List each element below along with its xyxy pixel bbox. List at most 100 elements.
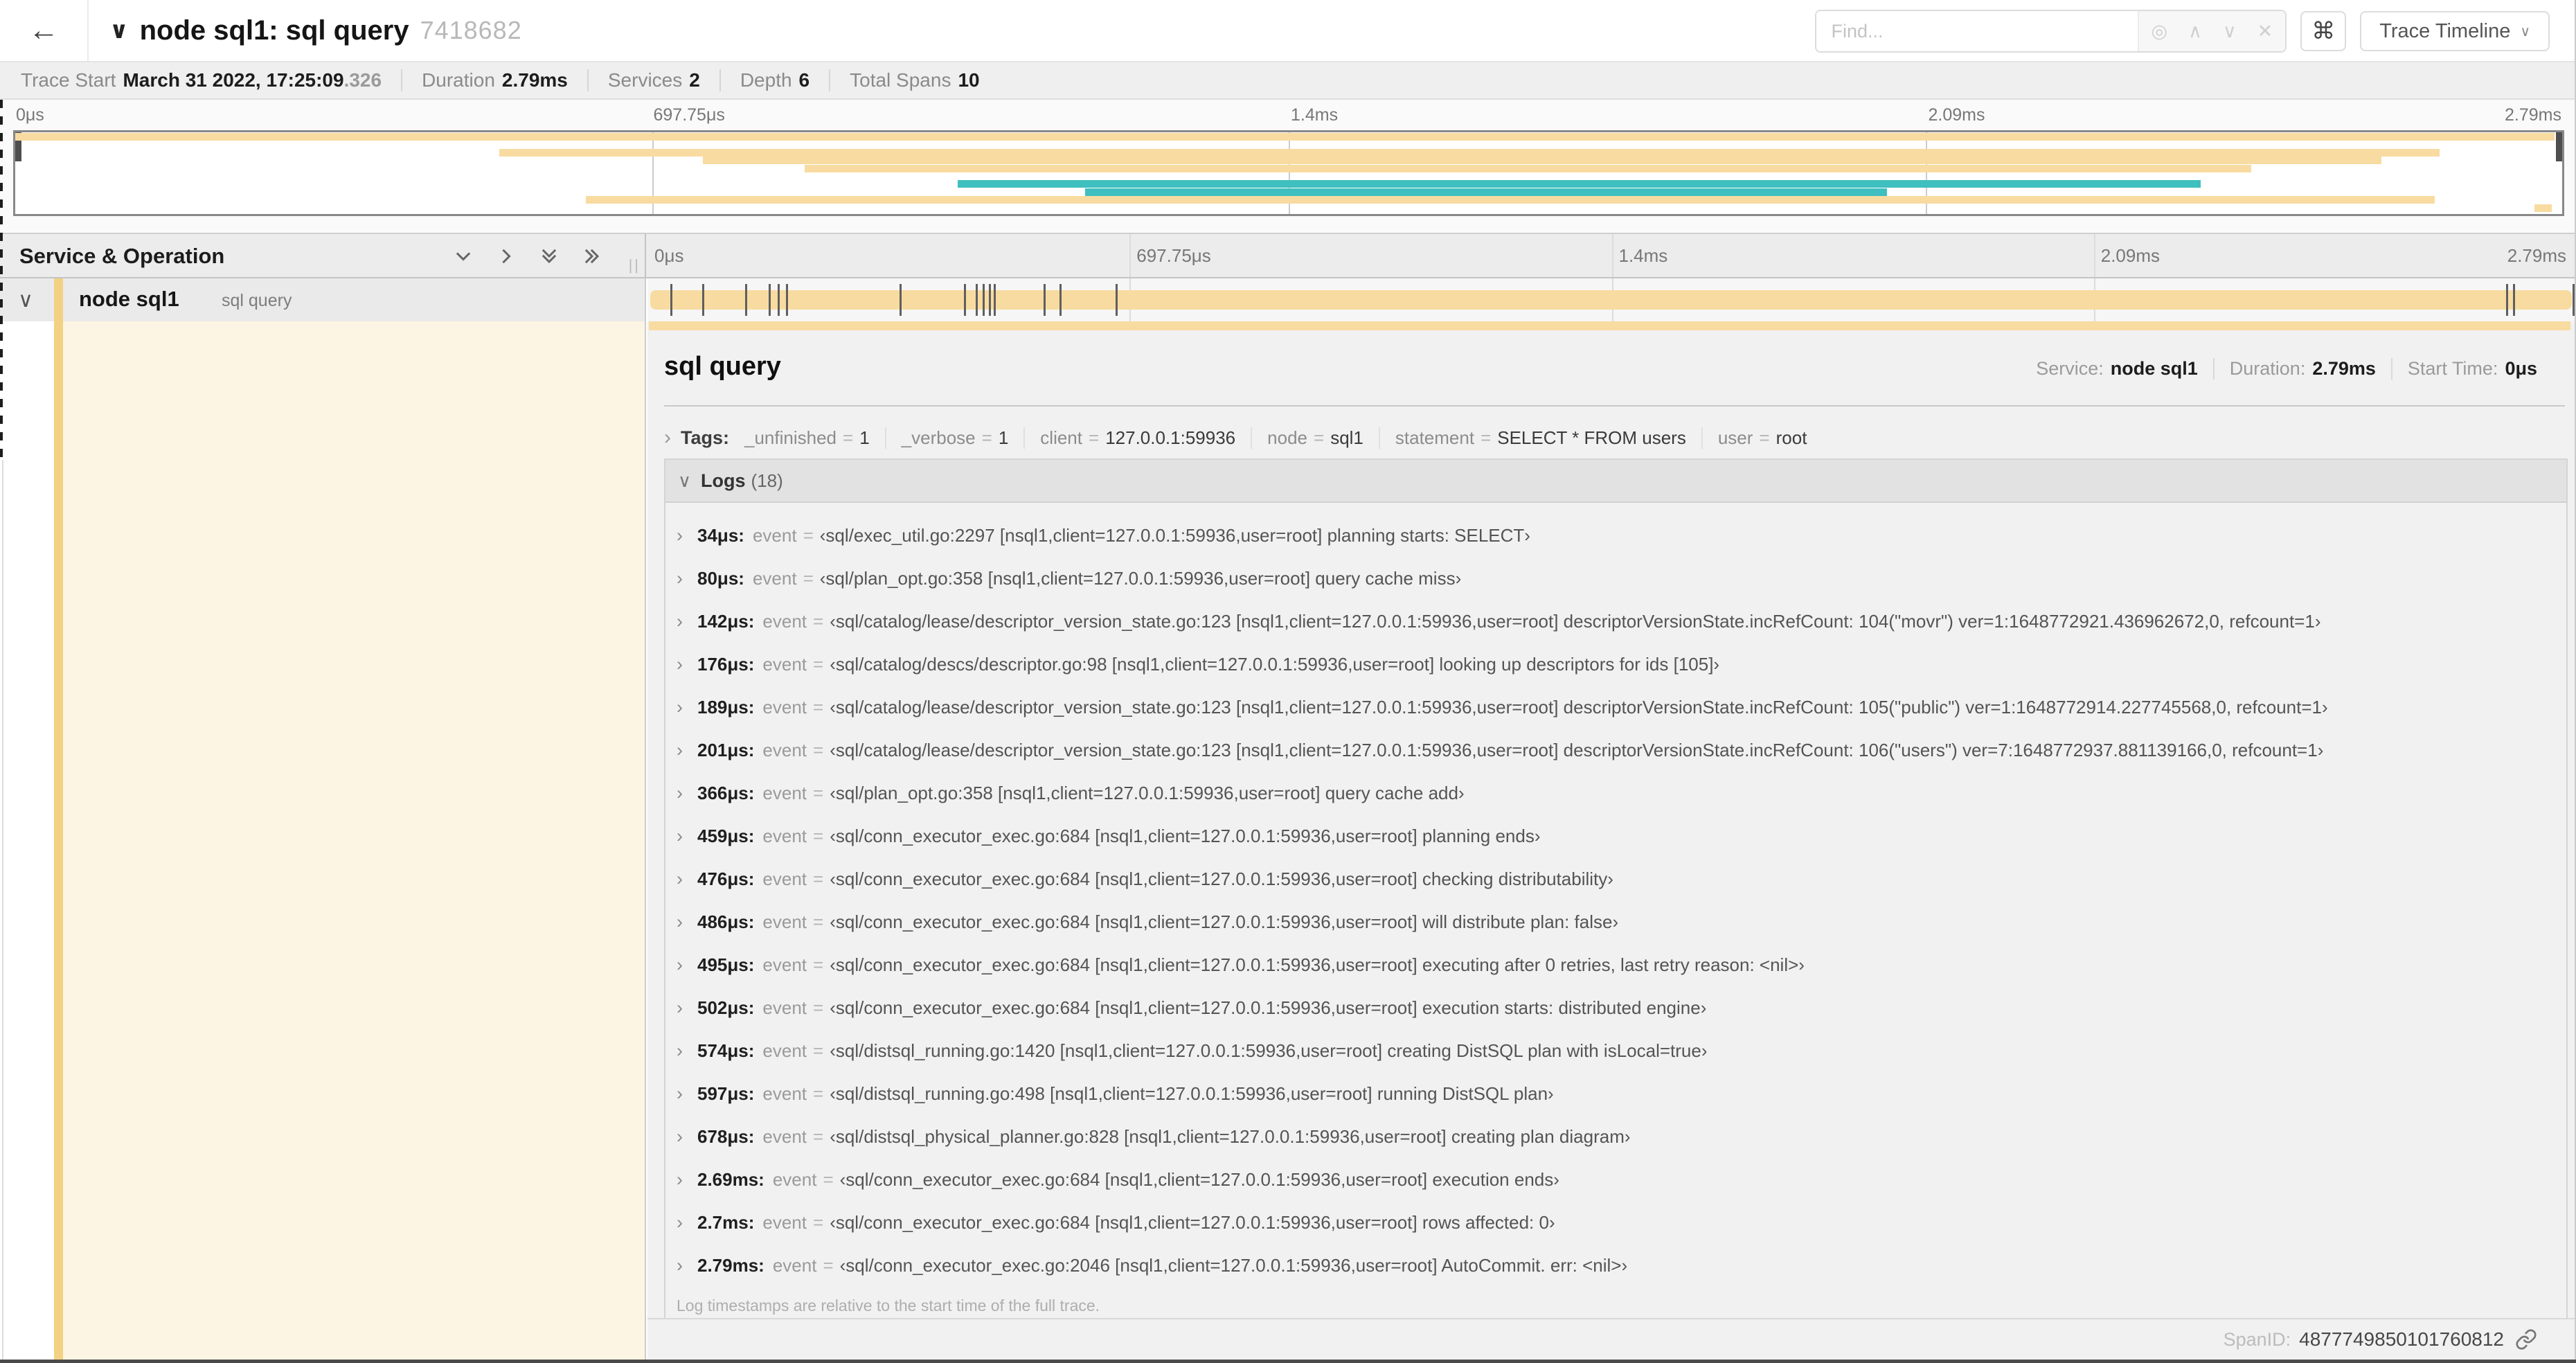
view-selector-button[interactable]: Trace Timeline ∨ <box>2360 11 2550 51</box>
log-row[interactable]: › 366μs: event = ‹sql/plan_opt.go:358 [nsql1… <box>665 772 2566 814</box>
log-marker-tick[interactable] <box>1043 284 1046 316</box>
log-marker-tick[interactable] <box>777 284 780 316</box>
tag-value: SELECT * FROM users <box>1497 427 1686 448</box>
log-field-key: event <box>762 1211 807 1233</box>
log-row[interactable]: › 502μs: event = ‹sql/conn_executor_exec.go:… <box>665 986 2566 1029</box>
log-marker-tick[interactable] <box>989 284 992 316</box>
log-marker-tick[interactable] <box>785 284 788 316</box>
chevron-right-icon: › <box>677 653 683 675</box>
keyboard-shortcuts-button[interactable]: ⌘ <box>2300 11 2347 51</box>
detail-meta-item: Service: node sql1 <box>2036 358 2198 380</box>
timeline-ticks-header: 0μs 697.75μs 1.4ms 2.09ms 2.79ms <box>647 234 2576 277</box>
command-icon: ⌘ <box>2311 18 2336 44</box>
log-field-value: ‹sql/plan_opt.go:358 [nsql1,client=127.0… <box>819 567 1462 589</box>
log-row[interactable]: › 486μs: event = ‹sql/conn_executor_exec.go:… <box>665 900 2566 943</box>
log-equals: = <box>803 524 814 546</box>
log-row[interactable]: › 2.69ms: event = ‹sql/conn_executor_exec.go… <box>665 1158 2566 1201</box>
log-timestamp: 2.7ms: <box>697 1211 755 1233</box>
span-service-name: node sql1 <box>79 287 179 311</box>
log-row[interactable]: › 574μs: event = ‹sql/distsql_running.go:142… <box>665 1029 2566 1072</box>
focus-target-icon[interactable]: ◎ <box>2152 21 2168 41</box>
tags-accordion[interactable]: › Tags: _unfinished = 1 _verbose = 1 client = 12… <box>664 427 2565 449</box>
log-row[interactable]: › 476μs: event = ‹sql/conn_executor_exec.go:… <box>665 857 2566 900</box>
expand-all-icon[interactable] <box>581 245 603 267</box>
log-marker-tick[interactable] <box>983 284 985 316</box>
log-field-value: ‹sql/distsql_running.go:498 [nsql1,clien… <box>830 1083 1554 1104</box>
log-marker-tick[interactable] <box>976 284 978 316</box>
service-operation-header: Service & Operation || <box>0 234 646 277</box>
log-marker-tick[interactable] <box>670 284 672 316</box>
log-row[interactable]: › 459μs: event = ‹sql/conn_executor_exec.go:… <box>665 814 2566 857</box>
back-button[interactable]: ← <box>0 0 89 61</box>
log-marker-tick[interactable] <box>744 284 747 316</box>
log-marker-tick[interactable] <box>1115 284 1118 316</box>
logs-count: (18) <box>751 470 783 491</box>
deep-link-icon[interactable] <box>2515 1328 2537 1351</box>
chevron-right-icon: › <box>677 739 683 760</box>
span-collapse-chevron-icon[interactable]: ∨ <box>18 288 33 312</box>
log-row[interactable]: › 597μs: event = ‹sql/distsql_running.go:498… <box>665 1072 2566 1115</box>
log-marker-tick[interactable] <box>2506 284 2509 316</box>
log-row[interactable]: › 142μs: event = ‹sql/catalog/lease/descript… <box>665 600 2566 643</box>
stat-value-suffix: .326 <box>343 69 382 91</box>
span-row-timeline-cell[interactable] <box>647 278 2576 321</box>
detail-meta: Service: node sql1 Duration: 2.79ms Start Ti… <box>2036 358 2537 380</box>
chevron-right-icon: › <box>677 954 683 975</box>
stat-label: Total Spans <box>850 69 951 91</box>
viewport-right-handle[interactable] <box>2556 132 2562 161</box>
log-row[interactable]: › 176μs: event = ‹sql/catalog/descs/descript… <box>665 643 2566 686</box>
find-next-icon[interactable]: ∨ <box>2223 21 2237 41</box>
minimap-canvas[interactable] <box>13 130 2564 216</box>
log-equals: = <box>813 825 824 846</box>
span-id-value: 4877749850101760812 <box>2299 1328 2504 1350</box>
span-row-name-cell[interactable]: ∨ node sql1 sql query <box>0 278 646 321</box>
trace-stats-bar: Trace Start March 31 2022, 17:25:09.326 Du… <box>0 62 2576 100</box>
span-detail-row: sql query Service: node sql1 Duration: 2.79… <box>0 321 2576 1363</box>
log-row[interactable]: › 189μs: event = ‹sql/catalog/lease/descript… <box>665 686 2566 729</box>
log-timestamp: 201μs: <box>697 739 755 760</box>
collapse-all-icon[interactable] <box>538 245 560 267</box>
log-field-value: ‹sql/catalog/descs/descriptor.go:98 [nsq… <box>830 653 1720 675</box>
log-row[interactable]: › 80μs: event = ‹sql/plan_opt.go:358 [nsql1,… <box>665 557 2566 600</box>
log-field-value: ‹sql/conn_executor_exec.go:684 [nsql1,cl… <box>830 997 1707 1018</box>
log-marker-tick[interactable] <box>994 284 996 316</box>
log-field-value: ‹sql/conn_executor_exec.go:684 [nsql1,cl… <box>830 868 1613 889</box>
log-row[interactable]: › 2.7ms: event = ‹sql/conn_executor_exec.go:… <box>665 1201 2566 1244</box>
log-field-key: event <box>762 1125 807 1147</box>
find-group: ◎ ∧ ∨ ✕ <box>1814 10 2287 53</box>
expand-one-icon[interactable] <box>495 245 517 267</box>
log-equals: = <box>823 1168 834 1190</box>
log-row[interactable]: › 201μs: event = ‹sql/catalog/lease/descript… <box>665 729 2566 772</box>
tag-equals: = <box>843 427 854 448</box>
topbar-actions: ◎ ∧ ∨ ✕ ⌘ Trace Timeline ∨ <box>1814 10 2550 53</box>
trace-collapse-chevron-icon[interactable]: ∨ <box>109 17 129 44</box>
log-equals: = <box>813 739 824 760</box>
find-input[interactable] <box>1816 11 2138 51</box>
log-field-key: event <box>752 524 797 546</box>
log-timestamp: 502μs: <box>697 997 755 1018</box>
log-row[interactable]: › 495μs: event = ‹sql/conn_executor_exec.go:… <box>665 943 2566 986</box>
log-row[interactable]: › 34μs: event = ‹sql/exec_util.go:2297 [nsql… <box>665 514 2566 557</box>
log-marker-tick[interactable] <box>768 284 771 316</box>
log-marker-tick[interactable] <box>701 284 704 316</box>
collapse-one-icon[interactable] <box>452 245 474 267</box>
log-marker-tick[interactable] <box>2513 284 2516 316</box>
log-row[interactable]: › 678μs: event = ‹sql/distsql_physical_plann… <box>665 1115 2566 1158</box>
log-marker-tick[interactable] <box>964 284 967 316</box>
find-clear-icon[interactable]: ✕ <box>2257 21 2273 41</box>
log-field-value: ‹sql/plan_opt.go:358 [nsql1,client=127.0… <box>830 782 1465 803</box>
log-marker-tick[interactable] <box>900 284 902 316</box>
chevron-down-icon: ∨ <box>678 470 692 491</box>
log-marker-tick[interactable] <box>1059 284 1062 316</box>
find-prev-icon[interactable]: ∧ <box>2188 21 2202 41</box>
logs-header[interactable]: ∨ Logs (18) <box>665 460 2566 503</box>
logs-body: › 34μs: event = ‹sql/exec_util.go:2297 [nsql… <box>665 503 2566 1290</box>
tags-label: Tags: <box>681 427 730 448</box>
chevron-right-icon: › <box>677 1125 683 1147</box>
tags-list: _unfinished = 1 _verbose = 1 client = 127.0.0.1:… <box>744 427 1807 449</box>
window-bottom-edge <box>0 1360 2576 1363</box>
log-field-value: ‹sql/conn_executor_exec.go:684 [nsql1,cl… <box>839 1168 1559 1190</box>
log-row[interactable]: › 2.79ms: event = ‹sql/conn_executor_exec.go… <box>665 1244 2566 1287</box>
span-duration-bar[interactable] <box>650 290 2573 310</box>
column-resize-grip[interactable]: || <box>629 256 641 274</box>
